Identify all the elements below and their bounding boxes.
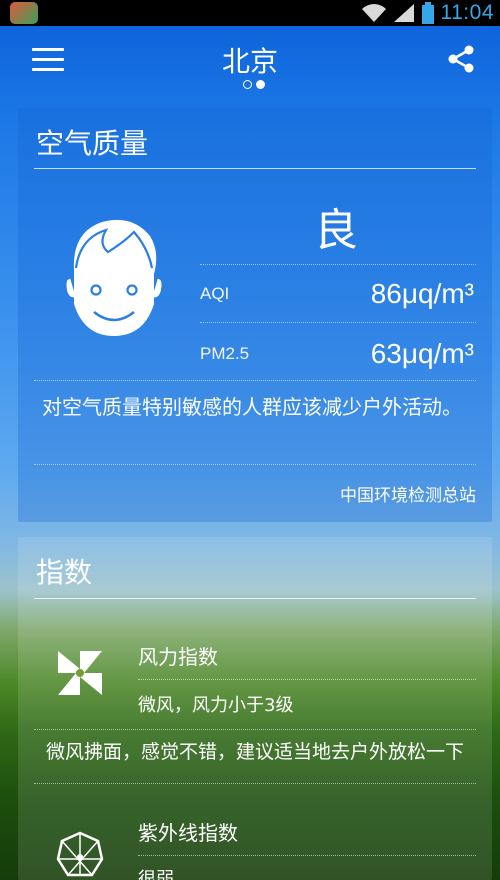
divider: [34, 729, 476, 730]
page-dot-active[interactable]: [256, 80, 265, 89]
air-quality-advice: 对空气质量特别敏感的人群应该减少户外活动。: [42, 395, 462, 419]
divider: [34, 464, 476, 465]
share-icon[interactable]: [446, 44, 476, 74]
title-bar: 北京: [0, 26, 500, 104]
air-quality-grade: 良: [314, 205, 358, 256]
page-indicator: [243, 80, 265, 89]
divider: [138, 855, 476, 856]
uv-index-title: 紫外线指数: [138, 821, 238, 845]
index-card[interactable]: 指数 风力指数 微风，风力小于3级 微风拂面，感觉不错，建议适当地去户外放松一下…: [18, 537, 492, 880]
index-title: 指数: [36, 556, 93, 589]
page-dot[interactable]: [243, 80, 252, 89]
divider: [34, 783, 476, 784]
wifi-icon: [361, 4, 386, 22]
divider: [34, 380, 476, 381]
divider: [34, 598, 476, 599]
air-quality-title: 空气质量: [36, 127, 149, 160]
app-screen: 11:04 北京 空气质量 良 AQI 86μq/m³ PM2.5 63μq/m…: [0, 0, 500, 880]
umbrella-icon: [56, 831, 104, 877]
aqi-label: AQI: [200, 284, 230, 303]
signal-icon: [393, 4, 414, 22]
uv-index-summary: 很弱: [138, 869, 174, 880]
city-title: 北京: [221, 45, 278, 78]
data-source: 中国环境检测总站: [340, 486, 476, 506]
status-time: 11:04: [440, 1, 494, 24]
air-quality-card[interactable]: 空气质量 良 AQI 86μq/m³ PM2.5 63μq/m³ 对空气质量特别…: [18, 108, 492, 522]
pinwheel-icon: [58, 651, 102, 695]
wind-index-description: 微风拂面，感觉不错，建议适当地去户外放松一下: [46, 741, 465, 763]
battery-icon: [421, 2, 434, 24]
wind-index-summary: 微风，风力小于3级: [138, 695, 294, 716]
divider: [200, 264, 476, 265]
wind-index-title: 风力指数: [138, 645, 218, 669]
divider: [138, 679, 476, 680]
pm25-label: PM2.5: [200, 344, 250, 363]
aqi-value: 86μq/m³: [370, 278, 474, 309]
status-bar: 11:04: [0, 0, 500, 26]
app-notification-icon: [10, 2, 38, 24]
divider: [200, 322, 476, 323]
smiling-face-icon: [64, 219, 164, 336]
pm25-value: 63μq/m³: [370, 338, 474, 369]
divider: [34, 168, 476, 169]
